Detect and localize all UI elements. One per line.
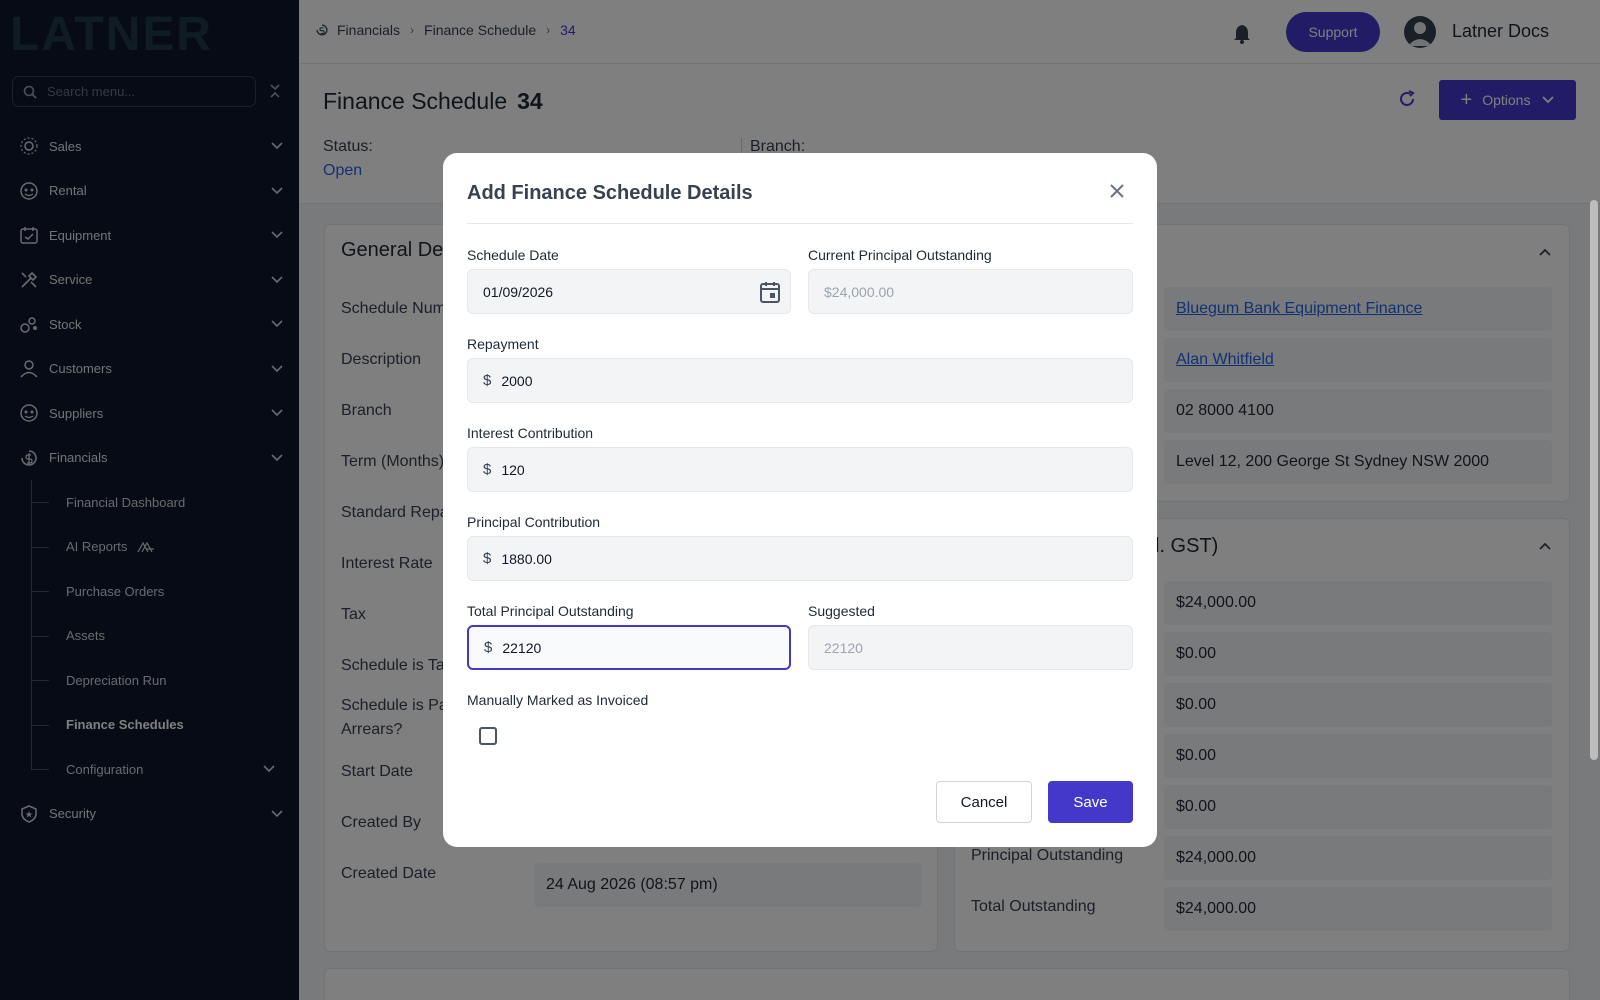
repayment-input[interactable]: $ 2000 [467,358,1133,403]
page-scrollbar[interactable] [1590,200,1598,760]
currency-symbol: $ [484,639,493,656]
interest-label: Interest Contribution [467,425,594,441]
repayment-value: 2000 [501,372,533,389]
schedule-date-value: 01/09/2026 [483,283,554,300]
interest-value: 120 [501,461,525,478]
currency-symbol: $ [483,372,492,389]
modal-title: Add Finance Schedule Details [467,182,753,204]
currency-symbol: $ [483,461,492,478]
total-principal-input[interactable]: $ 22120 [467,625,791,670]
suggested-label: Suggested [808,603,875,619]
suggested-value: 22120 [824,639,863,656]
save-button[interactable]: Save [1048,781,1133,823]
repayment-label: Repayment [467,336,539,352]
current-principal-label: Current Principal Outstanding [808,247,992,263]
total-principal-label: Total Principal Outstanding [467,603,634,619]
close-icon[interactable] [1109,183,1125,199]
divider [467,223,1133,224]
suggested-input: 22120 [808,625,1133,670]
add-finance-schedule-modal: Add Finance Schedule Details Schedule Da… [443,153,1157,847]
principal-label: Principal Contribution [467,514,601,530]
calendar-icon[interactable] [760,281,780,303]
cancel-button[interactable]: Cancel [936,781,1032,823]
interest-input[interactable]: $ 120 [467,447,1133,492]
invoiced-label: Manually Marked as Invoiced [467,692,649,708]
total-principal-value: 22120 [502,639,542,656]
currency-symbol: $ [483,550,492,567]
schedule-date-label: Schedule Date [467,247,559,263]
schedule-date-input[interactable]: 01/09/2026 [467,269,791,314]
invoiced-checkbox[interactable] [479,727,497,745]
principal-input[interactable]: $ 1880.00 [467,536,1133,581]
current-principal-input[interactable]: $24,000.00 [808,269,1133,314]
principal-value: 1880.00 [501,550,552,567]
current-principal-placeholder: $24,000.00 [824,283,895,300]
